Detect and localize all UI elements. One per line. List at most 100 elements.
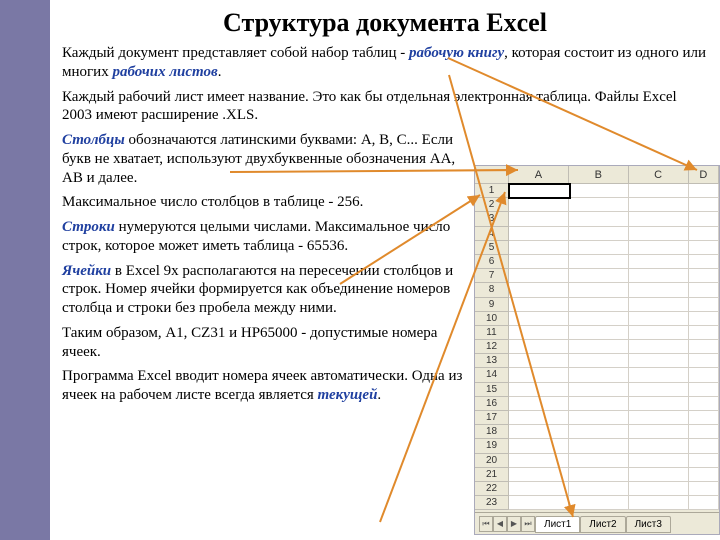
cell[interactable] bbox=[509, 312, 569, 326]
col-header[interactable]: D bbox=[689, 166, 719, 184]
cell[interactable] bbox=[569, 354, 629, 368]
cell[interactable] bbox=[629, 482, 689, 496]
tab-nav-first[interactable]: ⏮ bbox=[479, 516, 493, 532]
cell[interactable] bbox=[689, 184, 719, 198]
cell[interactable] bbox=[569, 397, 629, 411]
cell[interactable] bbox=[689, 283, 719, 297]
cell[interactable] bbox=[689, 198, 719, 212]
row-header[interactable]: 20 bbox=[475, 454, 509, 468]
sheet-tab[interactable]: Лист2 bbox=[580, 516, 625, 533]
cell[interactable] bbox=[629, 326, 689, 340]
cell[interactable] bbox=[509, 425, 569, 439]
cell[interactable] bbox=[569, 368, 629, 382]
cell[interactable] bbox=[569, 298, 629, 312]
row-header[interactable]: 21 bbox=[475, 468, 509, 482]
cell[interactable] bbox=[629, 184, 689, 198]
row-header[interactable]: 6 bbox=[475, 255, 509, 269]
col-header[interactable]: A bbox=[509, 166, 569, 184]
cell[interactable] bbox=[689, 482, 719, 496]
row-header[interactable]: 22 bbox=[475, 482, 509, 496]
tab-nav-last[interactable]: ⏭ bbox=[521, 516, 535, 532]
cell[interactable] bbox=[629, 425, 689, 439]
row-header[interactable]: 18 bbox=[475, 425, 509, 439]
cell[interactable] bbox=[509, 283, 569, 297]
cell[interactable] bbox=[569, 227, 629, 241]
tab-nav-next[interactable]: ▶ bbox=[507, 516, 521, 532]
cell[interactable] bbox=[569, 212, 629, 226]
tab-nav-prev[interactable]: ◀ bbox=[493, 516, 507, 532]
row-header[interactable]: 5 bbox=[475, 241, 509, 255]
cell[interactable] bbox=[629, 298, 689, 312]
cell[interactable] bbox=[629, 439, 689, 453]
cell[interactable] bbox=[509, 383, 569, 397]
sheet-tab[interactable]: Лист1 bbox=[535, 516, 580, 533]
row-header[interactable]: 8 bbox=[475, 283, 509, 297]
cell[interactable] bbox=[629, 496, 689, 510]
cell[interactable] bbox=[569, 439, 629, 453]
active-cell[interactable] bbox=[508, 183, 571, 199]
cell[interactable] bbox=[509, 269, 569, 283]
cell[interactable] bbox=[629, 227, 689, 241]
row-header[interactable]: 9 bbox=[475, 298, 509, 312]
cell[interactable] bbox=[509, 340, 569, 354]
cell[interactable] bbox=[509, 468, 569, 482]
row-header[interactable]: 17 bbox=[475, 411, 509, 425]
cell[interactable] bbox=[689, 496, 719, 510]
cell[interactable] bbox=[509, 411, 569, 425]
cell[interactable] bbox=[509, 354, 569, 368]
row-header[interactable]: 11 bbox=[475, 326, 509, 340]
cell[interactable] bbox=[689, 241, 719, 255]
cell[interactable] bbox=[689, 383, 719, 397]
cell[interactable] bbox=[509, 368, 569, 382]
cell[interactable] bbox=[629, 198, 689, 212]
cell[interactable] bbox=[509, 326, 569, 340]
cell[interactable] bbox=[509, 496, 569, 510]
cell[interactable] bbox=[509, 212, 569, 226]
row-header[interactable]: 12 bbox=[475, 340, 509, 354]
row-header[interactable]: 13 bbox=[475, 354, 509, 368]
cell[interactable] bbox=[569, 454, 629, 468]
cell[interactable] bbox=[569, 326, 629, 340]
select-all-corner[interactable] bbox=[475, 166, 509, 184]
cell[interactable] bbox=[509, 241, 569, 255]
row-header[interactable]: 2 bbox=[475, 198, 509, 212]
cell[interactable] bbox=[629, 468, 689, 482]
cell[interactable] bbox=[629, 354, 689, 368]
row-header[interactable]: 10 bbox=[475, 312, 509, 326]
cell[interactable] bbox=[629, 411, 689, 425]
cell[interactable] bbox=[629, 340, 689, 354]
cell[interactable] bbox=[629, 283, 689, 297]
row-header[interactable]: 14 bbox=[475, 368, 509, 382]
cell[interactable] bbox=[509, 227, 569, 241]
cell[interactable] bbox=[569, 496, 629, 510]
cell[interactable] bbox=[569, 411, 629, 425]
cell[interactable] bbox=[569, 482, 629, 496]
cell[interactable] bbox=[689, 425, 719, 439]
cell[interactable] bbox=[629, 255, 689, 269]
cell[interactable] bbox=[689, 468, 719, 482]
cell[interactable] bbox=[629, 212, 689, 226]
cell[interactable] bbox=[509, 454, 569, 468]
cell[interactable] bbox=[689, 255, 719, 269]
cell[interactable] bbox=[509, 482, 569, 496]
col-header[interactable]: B bbox=[569, 166, 629, 184]
row-header[interactable]: 1 bbox=[475, 184, 509, 198]
cell[interactable] bbox=[509, 255, 569, 269]
row-header[interactable]: 15 bbox=[475, 383, 509, 397]
cell[interactable] bbox=[509, 298, 569, 312]
cell[interactable] bbox=[689, 340, 719, 354]
cell[interactable] bbox=[689, 368, 719, 382]
sheet-tab[interactable]: Лист3 bbox=[626, 516, 671, 533]
cell[interactable] bbox=[629, 269, 689, 283]
cell[interactable] bbox=[629, 397, 689, 411]
cell[interactable] bbox=[689, 227, 719, 241]
cell[interactable] bbox=[569, 383, 629, 397]
cell[interactable] bbox=[689, 212, 719, 226]
cell[interactable] bbox=[689, 326, 719, 340]
cell[interactable] bbox=[569, 425, 629, 439]
cell[interactable] bbox=[689, 354, 719, 368]
cell[interactable] bbox=[689, 439, 719, 453]
cell[interactable] bbox=[689, 454, 719, 468]
cell[interactable] bbox=[689, 269, 719, 283]
cell[interactable] bbox=[569, 241, 629, 255]
